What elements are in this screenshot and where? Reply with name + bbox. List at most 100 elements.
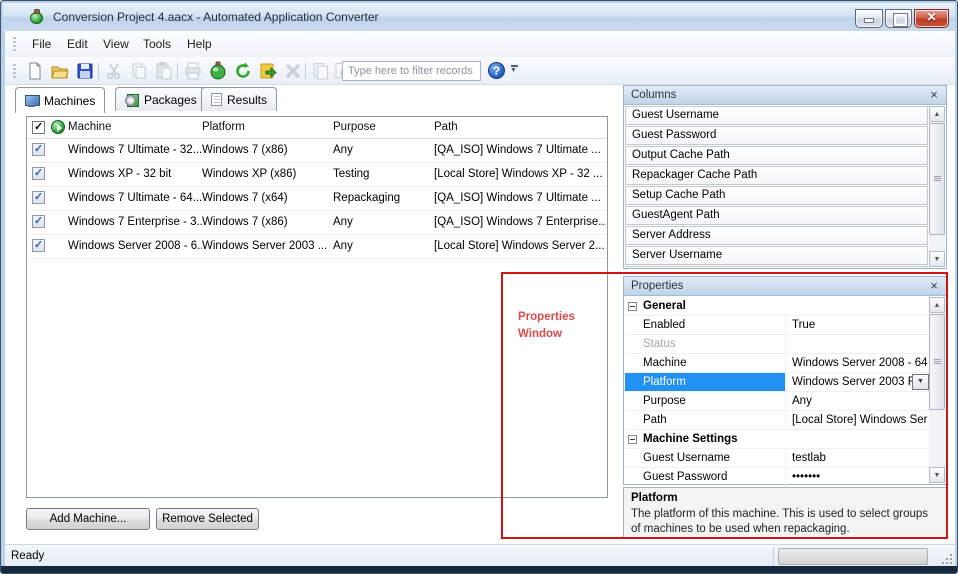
open-icon[interactable] xyxy=(50,61,70,81)
cell-path: [QA_ISO] Windows 7 Ultimate ... xyxy=(434,144,606,156)
row-checkbox[interactable] xyxy=(32,143,45,156)
table-row[interactable]: Windows 7 Ultimate - 64... Windows 7 (x6… xyxy=(27,187,607,211)
copy-icon xyxy=(129,61,149,81)
cell-path: [QA_ISO] Windows 7 Enterprise... xyxy=(434,216,606,228)
cell-platform: Windows 7 (x64) xyxy=(202,192,332,204)
menu-edit[interactable]: Edit xyxy=(59,35,96,53)
refresh-icon[interactable] xyxy=(233,61,253,81)
cancel-icon xyxy=(283,61,303,81)
remove-selected-button[interactable]: Remove Selected xyxy=(156,508,259,530)
save-icon[interactable] xyxy=(75,61,95,81)
table-row[interactable]: Windows 7 Ultimate - 32... Windows 7 (x8… xyxy=(27,139,607,163)
cell-purpose: Repackaging xyxy=(333,192,433,204)
cell-platform: Windows 7 (x86) xyxy=(202,144,332,156)
title-bar: Conversion Project 4.aacx - Automated Ap… xyxy=(3,3,955,31)
column-item[interactable]: Guest Username xyxy=(625,106,928,125)
column-item[interactable]: Server Username xyxy=(625,246,928,265)
annotation-line2: Window xyxy=(518,326,575,343)
column-header-path[interactable]: Path xyxy=(434,121,458,133)
column-header-purpose[interactable]: Purpose xyxy=(333,121,376,133)
cut-icon xyxy=(104,61,124,81)
column-item[interactable]: GuestAgent Path xyxy=(625,206,928,225)
row-checkbox[interactable] xyxy=(32,167,45,180)
client-area: File Edit View Tools Help xyxy=(5,31,955,567)
cell-path: [Local Store] Windows Server 2... xyxy=(434,240,606,252)
table-row[interactable]: Windows Server 2008 - 6... Windows Serve… xyxy=(27,235,607,259)
annotation-label: Properties Window xyxy=(518,309,575,343)
convert-icon[interactable] xyxy=(208,61,228,81)
column-item[interactable]: Server Address xyxy=(625,226,928,245)
print-icon xyxy=(183,61,203,81)
row-checkbox[interactable] xyxy=(32,239,45,252)
tab-results[interactable]: Results xyxy=(201,87,277,111)
column-header-platform[interactable]: Platform xyxy=(202,121,245,133)
menu-view[interactable]: View xyxy=(95,35,137,53)
column-header-machine[interactable]: Machine xyxy=(68,121,111,133)
column-item[interactable]: Repackager Cache Path xyxy=(625,166,928,185)
table-row[interactable]: Windows 7 Enterprise - 3... Windows 7 (x… xyxy=(27,211,607,235)
menu-help[interactable]: Help xyxy=(179,35,220,53)
close-button[interactable] xyxy=(914,9,949,28)
toolbar-overflow-icon[interactable] xyxy=(510,65,520,77)
cell-platform: Windows XP (x86) xyxy=(202,168,332,180)
results-tab-icon xyxy=(211,93,222,106)
annotation-line1: Properties xyxy=(518,309,575,326)
row-checkbox[interactable] xyxy=(32,191,45,204)
cell-platform: Windows Server 2003 ... xyxy=(202,240,332,252)
menu-grip-handle[interactable] xyxy=(13,37,16,51)
new-icon[interactable] xyxy=(25,61,45,81)
columns-list: Guest Username Guest Password Output Cac… xyxy=(624,106,928,268)
window-title: Conversion Project 4.aacx - Automated Ap… xyxy=(53,10,379,24)
menu-tools[interactable]: Tools xyxy=(135,35,179,53)
scroll-down-icon[interactable]: ▼ xyxy=(929,251,945,267)
column-item[interactable]: Server Password xyxy=(625,266,928,268)
columns-panel-title: Columns × xyxy=(624,86,946,105)
cell-machine: Windows 7 Ultimate - 64... xyxy=(68,192,202,204)
column-item[interactable]: Output Cache Path xyxy=(625,146,928,165)
columns-panel-title-label: Columns xyxy=(631,89,676,101)
cell-machine: Windows 7 Ultimate - 32... xyxy=(68,144,202,156)
tab-packages[interactable]: Packages xyxy=(115,87,207,111)
menu-file[interactable]: File xyxy=(24,35,59,53)
toolbar xyxy=(5,57,955,85)
packages-tab-icon xyxy=(125,93,139,106)
select-all-checkbox[interactable] xyxy=(32,121,45,134)
minimize-button[interactable] xyxy=(855,9,883,28)
cell-machine: Windows XP - 32 bit xyxy=(68,168,202,180)
column-item[interactable]: Setup Cache Path xyxy=(625,186,928,205)
app-window: Conversion Project 4.aacx - Automated Ap… xyxy=(0,0,958,574)
cell-path: [QA_ISO] Windows 7 Ultimate ... xyxy=(434,192,606,204)
row-checkbox[interactable] xyxy=(32,215,45,228)
scrollbar-thumb[interactable] xyxy=(929,123,945,235)
tab-machines[interactable]: Machines xyxy=(15,87,105,113)
cell-platform: Windows 7 (x86) xyxy=(202,216,332,228)
column-item[interactable]: Guest Password xyxy=(625,126,928,145)
cell-purpose: Any xyxy=(333,240,433,252)
toolbar-grip-handle[interactable] xyxy=(13,64,16,78)
scroll-up-icon[interactable]: ▲ xyxy=(929,106,945,122)
columns-panel-close-icon[interactable]: × xyxy=(927,87,941,102)
filter-input[interactable] xyxy=(342,61,481,81)
tab-machines-label: Machines xyxy=(44,94,95,108)
machines-tab-icon xyxy=(25,95,39,107)
columns-scrollbar[interactable]: ▲ ▼ xyxy=(929,106,945,267)
paste-icon xyxy=(154,61,174,81)
status-divider xyxy=(773,547,774,565)
table-row[interactable]: Windows XP - 32 bit Windows XP (x86) Tes… xyxy=(27,163,607,187)
columns-panel: Columns × Guest Username Guest Password … xyxy=(623,85,947,269)
duplicate-icon xyxy=(311,61,331,81)
machine-list-header[interactable]: Machine Platform Purpose Path xyxy=(27,117,607,139)
menu-bar: File Edit View Tools Help xyxy=(5,31,955,57)
app-icon xyxy=(29,9,45,25)
maximize-button[interactable] xyxy=(885,9,912,28)
import-icon[interactable] xyxy=(258,61,278,81)
cell-path: [Local Store] Windows XP - 32 ... xyxy=(434,168,606,180)
cell-purpose: Any xyxy=(333,144,433,156)
tab-packages-label: Packages xyxy=(144,93,197,107)
resize-grip[interactable] xyxy=(942,554,952,564)
help-icon[interactable] xyxy=(488,62,505,79)
cell-machine: Windows 7 Enterprise - 3... xyxy=(68,216,202,228)
cell-machine: Windows Server 2008 - 6... xyxy=(68,240,202,252)
cell-purpose: Testing xyxy=(333,168,433,180)
add-machine-button[interactable]: Add Machine... xyxy=(26,508,150,530)
